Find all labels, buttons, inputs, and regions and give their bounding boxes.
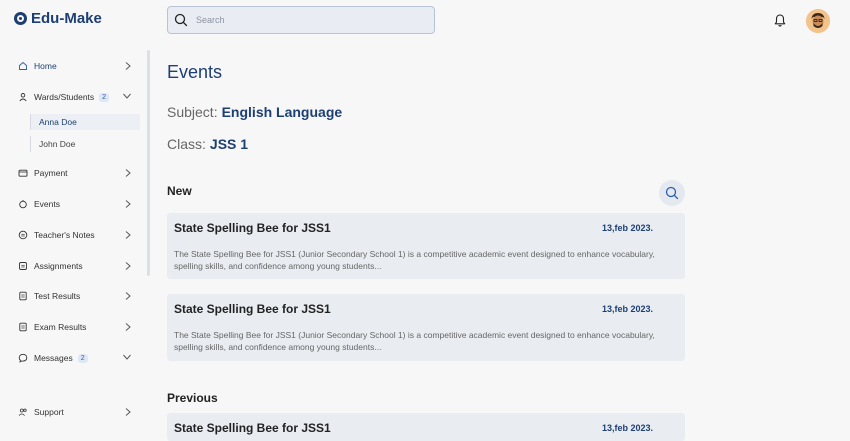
user-avatar[interactable] <box>806 9 830 33</box>
app-logo[interactable]: Edu-Make <box>14 10 102 27</box>
event-card[interactable]: State Spelling Bee for JSS1 13,feb 2023.… <box>167 294 685 361</box>
chevron-right-icon <box>125 231 131 239</box>
chevron-right-icon <box>125 200 131 208</box>
event-date: 13,feb 2023. <box>601 304 653 314</box>
sidebar-item-label: Assignments <box>34 261 83 271</box>
event-date: 13,feb 2023. <box>601 423 653 433</box>
events-icon <box>18 199 28 209</box>
main-content: Events Subject: English Language Class: JS… <box>167 44 850 441</box>
search-icon <box>174 13 188 27</box>
chevron-right-icon <box>125 408 131 416</box>
event-card[interactable]: State Spelling Bee for JSS1 13,feb 2023. <box>167 413 685 441</box>
chevron-right-icon <box>125 62 131 70</box>
avatar-face-icon <box>806 9 830 33</box>
page-title: Events <box>167 62 223 82</box>
chevron-right-icon <box>125 169 131 177</box>
home-icon <box>18 61 28 71</box>
search-icon <box>665 186 679 200</box>
class-value: JSS 1 <box>209 136 249 152</box>
subject-label: Subject: <box>167 104 218 120</box>
subject-value: English Language <box>221 104 343 120</box>
subject-line: Subject: English Language <box>167 104 342 120</box>
sidebar-item-label: Exam Results <box>34 322 87 332</box>
sidebar-item-test-results[interactable]: Test Results <box>18 288 134 304</box>
event-card[interactable]: State Spelling Bee for JSS1 13,feb 2023.… <box>167 213 685 279</box>
notification-bell-icon[interactable] <box>773 13 787 28</box>
event-title: State Spelling Bee for JSS1 <box>174 221 331 235</box>
search-bar[interactable] <box>167 6 435 34</box>
document-icon <box>18 291 28 301</box>
count-badge: 2 <box>77 353 88 363</box>
student-name: Anna Doe <box>39 117 77 127</box>
event-date: 13,feb 2023. <box>601 223 653 233</box>
top-bar: Edu-Make <box>0 0 850 44</box>
sidebar-item-events[interactable]: Events <box>18 196 134 212</box>
notes-icon <box>18 230 28 240</box>
chevron-right-icon <box>125 292 131 300</box>
sidebar-item-label: Payment <box>34 168 68 178</box>
section-heading-new: New <box>167 184 192 198</box>
event-description: The State Spelling Bee for JSS1 (Junior … <box>174 249 655 271</box>
sidebar-item-label: Messages <box>34 353 73 363</box>
assignment-icon <box>18 261 28 271</box>
sidebar-item-teachers-notes[interactable]: Teacher's Notes <box>18 227 134 243</box>
sidebar-item-label: Home <box>34 61 57 71</box>
sidebar-item-support[interactable]: Support <box>18 404 134 420</box>
message-icon <box>18 353 28 363</box>
chevron-down-icon <box>123 354 131 360</box>
search-input[interactable] <box>196 13 426 27</box>
sidebar-item-wards-students[interactable]: Wards/Students 2 <box>18 89 134 105</box>
sidebar-item-assignments[interactable]: Assignments <box>18 258 134 274</box>
chevron-right-icon <box>125 262 131 270</box>
sidebar-item-exam-results[interactable]: Exam Results <box>18 319 134 335</box>
user-icon <box>18 92 28 102</box>
sidebar-item-label: Wards/Students <box>34 92 95 102</box>
event-title: State Spelling Bee for JSS1 <box>174 421 331 435</box>
app-name: Edu-Make <box>31 10 102 27</box>
section-heading-previous: Previous <box>167 391 218 405</box>
support-icon <box>18 407 28 417</box>
student-item-john-doe[interactable]: John Doe <box>30 136 140 152</box>
event-title: State Spelling Bee for JSS1 <box>174 302 331 316</box>
count-badge: 2 <box>99 92 110 102</box>
document-icon <box>18 322 28 332</box>
student-item-anna-doe[interactable]: Anna Doe <box>30 114 140 130</box>
sidebar-item-label: Teacher's Notes <box>34 230 95 240</box>
wallet-icon <box>18 168 28 178</box>
search-events-button[interactable] <box>659 180 685 206</box>
event-description: The State Spelling Bee for JSS1 (Junior … <box>174 330 655 352</box>
sidebar-item-messages[interactable]: Messages 2 <box>18 350 134 366</box>
chevron-down-icon <box>123 93 131 99</box>
sidebar-item-label: Events <box>34 199 60 209</box>
sidebar-item-label: Support <box>34 407 64 417</box>
class-line: Class: JSS 1 <box>167 136 248 152</box>
student-name: John Doe <box>39 139 76 149</box>
sidebar-item-payment[interactable]: Payment <box>18 165 134 181</box>
sidebar-item-label: Test Results <box>34 291 81 301</box>
sidebar-scrollbar[interactable] <box>147 50 150 276</box>
class-label: Class: <box>167 136 206 152</box>
sidebar-item-home[interactable]: Home <box>18 58 134 74</box>
chevron-right-icon <box>125 323 131 331</box>
logo-icon <box>14 12 27 25</box>
